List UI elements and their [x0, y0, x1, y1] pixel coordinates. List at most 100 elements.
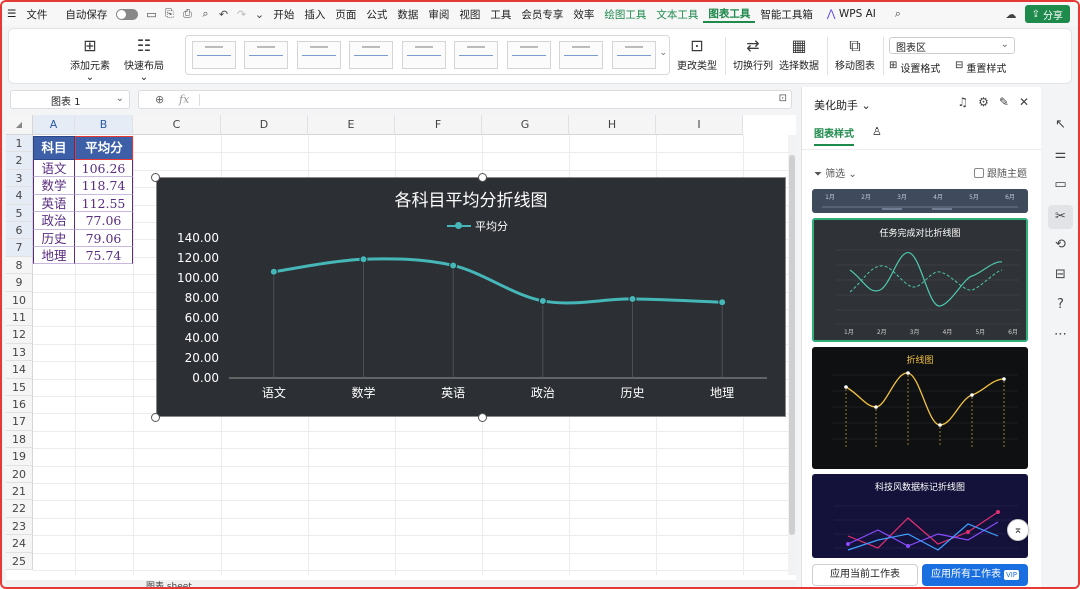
back-to-top-button[interactable]: ⌅ [1007, 519, 1029, 541]
help-icon[interactable]: ? [1043, 297, 1078, 312]
tab-start[interactable]: 开始 [268, 7, 299, 22]
book-icon[interactable]: ⊟ [1043, 267, 1078, 282]
row-header[interactable]: 12 [6, 326, 33, 344]
change-type-button[interactable]: ⊡ 更改类型 [675, 35, 719, 72]
name-box[interactable]: 图表 1 ⌄ [10, 90, 130, 109]
switch-rowcol-button[interactable]: ⇄ 切换行列 [731, 35, 775, 72]
row-header[interactable]: 11 [6, 309, 33, 327]
row-header[interactable]: 22 [6, 500, 33, 518]
print-icon[interactable]: ⎙ [178, 7, 196, 21]
row-header[interactable]: 5 [6, 204, 33, 222]
export-icon[interactable]: ⎘ [160, 7, 178, 21]
save-icon[interactable]: ▭ [142, 8, 160, 21]
cloud-icon[interactable]: ☁ [1002, 8, 1020, 21]
select-data-button[interactable]: ▦ 选择数据 [777, 35, 821, 72]
share-button[interactable]: ⇪ 分享 [1024, 5, 1070, 23]
gallery-more-icon[interactable]: ⌄ [659, 48, 667, 58]
style-card-tech-marker[interactable]: 科技风数据标记折线图 [812, 474, 1028, 558]
zoom-icon[interactable]: ⊕ [155, 93, 164, 106]
fx-icon[interactable]: fx [179, 93, 189, 106]
comment-icon[interactable]: ▭ [1043, 177, 1078, 192]
file-menu[interactable]: 文件 [21, 7, 52, 22]
add-element-button[interactable]: ⊞ 添加元素 ⌄ [65, 35, 115, 83]
row-header[interactable]: 3 [6, 169, 33, 188]
sheet-tab-active[interactable]: 图表 sheet [146, 579, 192, 587]
resize-handle[interactable] [151, 413, 160, 422]
row-header[interactable]: 4 [6, 187, 33, 205]
score-cell[interactable]: 79.06 [75, 229, 133, 247]
row-header[interactable]: 20 [6, 465, 33, 483]
header-cell-average[interactable]: 平均分 [75, 136, 133, 160]
resize-handle[interactable] [151, 173, 160, 182]
row-header[interactable]: 18 [6, 430, 33, 449]
row-header[interactable]: 10 [6, 291, 33, 309]
row-header[interactable]: 24 [6, 535, 33, 553]
tab-chart-tools[interactable]: 图表工具 [703, 6, 756, 23]
preview-icon[interactable]: ⌕ [196, 7, 214, 21]
column-header[interactable]: F [395, 115, 482, 135]
row-header[interactable]: 2 [6, 152, 33, 170]
style-thumb[interactable] [297, 41, 341, 69]
column-header[interactable]: A [33, 115, 75, 135]
column-header[interactable]: B [75, 115, 133, 135]
quick-layout-button[interactable]: ☷ 快速布局 ⌄ [119, 35, 169, 83]
redo-icon[interactable]: ↷ [232, 8, 250, 21]
apply-all-sheets-button[interactable]: 应用所有工作表 VIP [922, 564, 1028, 586]
row-header[interactable]: 16 [6, 396, 33, 414]
style-thumb[interactable] [349, 41, 393, 69]
tab-member[interactable]: 会员专享 [516, 7, 568, 22]
pin-icon[interactable]: ✎ [999, 95, 1009, 109]
chart-element-select[interactable]: 图表区 ⌄ [889, 37, 1015, 54]
sliders-icon[interactable]: ⚌ [1043, 147, 1078, 162]
follow-theme-checkbox[interactable]: 跟随主题 [974, 165, 1027, 180]
user-icon[interactable]: ♙ [872, 125, 882, 138]
column-header[interactable]: C [133, 115, 221, 135]
filter-button[interactable]: ⏷ 筛选 ⌄ [814, 165, 857, 180]
panel-title[interactable]: 美化助手 ⌄ [814, 97, 871, 113]
tab-formula[interactable]: 公式 [361, 7, 392, 22]
expand-formula-icon[interactable]: ⊡ [779, 93, 787, 104]
row-header[interactable]: 21 [6, 483, 33, 501]
style-thumb[interactable] [192, 41, 236, 69]
autosave-toggle[interactable] [116, 8, 139, 20]
style-thumb[interactable] [244, 41, 288, 69]
wps-ai-button[interactable]: ⋀ WPS AI [822, 8, 881, 20]
row-header[interactable]: 8 [6, 256, 33, 275]
row-header[interactable]: 7 [6, 239, 33, 257]
subject-cell[interactable]: 英语 [33, 194, 75, 213]
subject-cell[interactable]: 语文 [33, 160, 75, 178]
style-card-line[interactable]: 折线图 [812, 347, 1028, 469]
more-icon[interactable]: ⋯ [1043, 327, 1078, 342]
subject-cell[interactable]: 数学 [33, 177, 75, 195]
tab-chart-style[interactable]: 图表样式 [814, 125, 854, 146]
column-header[interactable]: E [308, 115, 395, 135]
tab-insert[interactable]: 插入 [299, 7, 330, 22]
row-header[interactable]: 15 [6, 378, 33, 396]
row-header[interactable]: 6 [6, 222, 33, 240]
style-thumb[interactable] [507, 41, 551, 69]
tab-data[interactable]: 数据 [392, 7, 423, 22]
column-header[interactable]: G [482, 115, 569, 135]
column-header[interactable]: H [569, 115, 656, 135]
subject-cell[interactable]: 地理 [33, 247, 75, 265]
style-thumb[interactable] [402, 41, 446, 69]
spreadsheet-grid[interactable]: ◢ A B C D E F G H I 1 2 3 4 5 6 7 8 9 10 11 12 13 14 15 16 17 18 19… [6, 115, 796, 585]
chart-edit-icon[interactable]: ⟲ [1043, 237, 1078, 252]
undo-icon[interactable]: ↶ [214, 8, 232, 21]
tab-smart-toolbox[interactable]: 智能工具箱 [755, 7, 818, 22]
row-header[interactable]: 14 [6, 361, 33, 379]
vertical-scrollbar[interactable] [788, 135, 796, 575]
tab-review[interactable]: 审阅 [423, 7, 454, 22]
formula-bar[interactable]: ⊕ fx ⊡ [138, 90, 792, 109]
row-header[interactable]: 19 [6, 448, 33, 466]
subject-cell[interactable]: 历史 [33, 229, 75, 247]
column-header[interactable]: I [656, 115, 743, 135]
reset-style-button[interactable]: ⊟ 重置样式 [955, 60, 1006, 75]
score-cell[interactable]: 75.74 [75, 247, 133, 265]
style-thumb[interactable] [612, 41, 656, 69]
row-header[interactable]: 17 [6, 413, 33, 431]
row-header[interactable]: 1 [6, 135, 33, 153]
search-icon[interactable]: ⌕ [889, 7, 907, 21]
chevron-down-icon[interactable]: ⌄ [250, 8, 268, 21]
style-thumb[interactable] [559, 41, 603, 69]
